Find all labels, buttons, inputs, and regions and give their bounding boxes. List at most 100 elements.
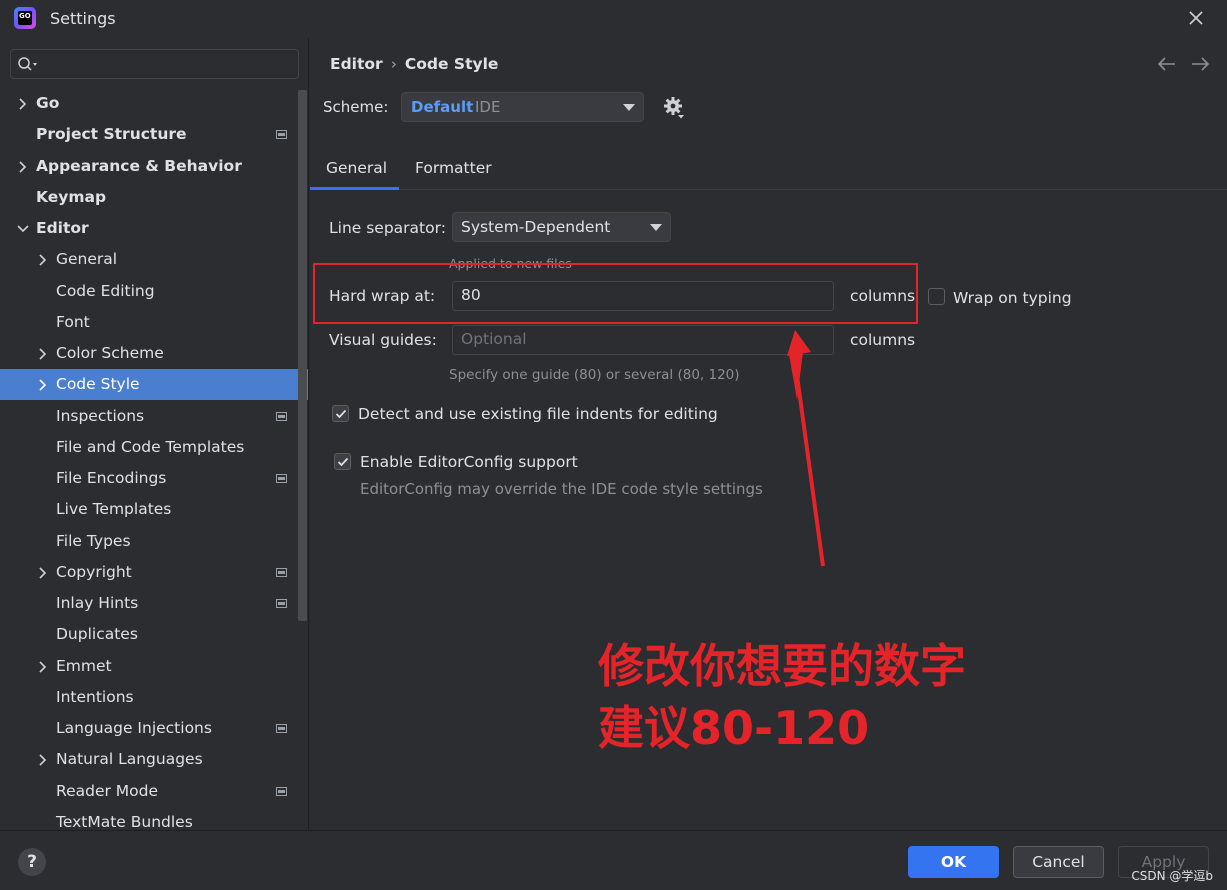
- sidebar-item-label: Code Style: [56, 375, 140, 394]
- sidebar-item-label: Appearance & Behavior: [36, 156, 242, 175]
- sidebar-item[interactable]: TextMate Bundles: [0, 807, 308, 830]
- chevron-right-icon[interactable]: [38, 348, 48, 360]
- line-separator-value: System-Dependent: [461, 218, 611, 236]
- sidebar-item[interactable]: Keymap: [0, 182, 308, 213]
- nav-arrows: [1157, 54, 1217, 74]
- logo-text: GO: [19, 12, 31, 20]
- sidebar-item[interactable]: Intentions: [0, 682, 308, 713]
- sidebar-item-label: Reader Mode: [56, 781, 159, 800]
- project-settings-icon: [276, 411, 287, 421]
- sidebar-item[interactable]: Appearance & Behavior: [0, 151, 308, 182]
- sidebar-item[interactable]: Go: [0, 88, 308, 119]
- visual-guides-label: Visual guides:: [329, 331, 437, 349]
- breadcrumb-parent[interactable]: Editor: [330, 55, 383, 73]
- chevron-right-icon[interactable]: [38, 254, 48, 266]
- sidebar-item-label: File and Code Templates: [56, 437, 245, 456]
- sidebar-item[interactable]: Natural Languages: [0, 744, 308, 775]
- sidebar-item-label: Font: [56, 312, 90, 331]
- sidebar-item[interactable]: Code Style: [0, 369, 308, 401]
- scheme-sub: IDE: [475, 98, 501, 116]
- visual-guides-unit: columns: [850, 331, 916, 349]
- check-icon: [335, 409, 347, 419]
- visual-guides-hint: Specify one guide (80) or several (80, 1…: [449, 367, 740, 383]
- tab-formatter[interactable]: Formatter: [415, 159, 492, 177]
- sidebar-item[interactable]: Editor: [0, 213, 308, 244]
- sidebar-item-label: TextMate Bundles: [56, 812, 193, 830]
- sidebar-item[interactable]: Language Injections: [0, 713, 308, 744]
- line-separator-dropdown[interactable]: System-Dependent: [452, 212, 671, 242]
- chevron-down-icon: [623, 104, 635, 111]
- sidebar-item-label: Live Templates: [56, 500, 172, 519]
- sidebar-item-label: Inlay Hints: [56, 594, 139, 612]
- chevron-down-icon[interactable]: [17, 224, 29, 234]
- sidebar-item[interactable]: Live Templates: [0, 494, 308, 525]
- window-title: Settings: [50, 9, 116, 28]
- sidebar-item[interactable]: Color Scheme: [0, 338, 308, 369]
- editorconfig-label[interactable]: Enable EditorConfig support: [360, 453, 578, 471]
- editorconfig-checkbox[interactable]: [334, 453, 351, 470]
- sidebar-item[interactable]: Inlay Hints: [0, 588, 308, 619]
- settings-content: Editor › Code Style Scheme: Default IDE: [310, 38, 1227, 830]
- sidebar-item-label: Go: [36, 94, 60, 112]
- sidebar-item-label: Keymap: [36, 187, 107, 206]
- search-box[interactable]: [10, 49, 299, 79]
- chevron-right-icon[interactable]: [18, 160, 28, 173]
- check-icon: [337, 457, 349, 467]
- sidebar-scrollbar[interactable]: [298, 90, 307, 621]
- sidebar-item[interactable]: Code Editing: [0, 276, 308, 307]
- annotation-text-line1: 修改你想要的数字: [598, 639, 966, 693]
- back-arrow-icon[interactable]: [1157, 57, 1175, 71]
- project-settings-icon: [276, 786, 287, 796]
- sidebar-item[interactable]: File Types: [0, 526, 308, 557]
- search-icon: [18, 57, 37, 71]
- sidebar-item[interactable]: File and Code Templates: [0, 432, 308, 463]
- sidebar-item-label: Natural Languages: [56, 750, 203, 769]
- tab-bar: General Formatter: [310, 150, 1227, 190]
- breadcrumb: Editor › Code Style: [330, 55, 498, 73]
- gear-icon[interactable]: [662, 96, 686, 120]
- close-icon[interactable]: [1185, 7, 1207, 29]
- chevron-right-icon[interactable]: [38, 754, 48, 766]
- annotation-text-line2: 建议80-120: [598, 701, 870, 755]
- scheme-name: Default: [411, 98, 474, 116]
- goland-logo-icon: GO: [14, 7, 36, 29]
- sidebar-item-label: Language Injections: [56, 719, 212, 737]
- tab-general[interactable]: General: [326, 159, 387, 177]
- sidebar-item-label: Copyright: [56, 562, 132, 581]
- sidebar-item-label: Emmet: [56, 656, 112, 675]
- sidebar-item[interactable]: General: [0, 244, 308, 275]
- sidebar-item-label: File Encodings: [56, 469, 167, 487]
- detect-indents-label[interactable]: Detect and use existing file indents for…: [358, 405, 718, 423]
- settings-sidebar: Go Project Structure Appearance & Behavior…: [0, 38, 309, 830]
- scheme-dropdown[interactable]: Default IDE: [401, 92, 644, 122]
- forward-arrow-icon[interactable]: [1192, 57, 1210, 71]
- cancel-button[interactable]: Cancel: [1013, 846, 1104, 878]
- chevron-right-icon[interactable]: [18, 98, 28, 110]
- ok-button[interactable]: OK: [908, 846, 999, 878]
- sidebar-item[interactable]: Emmet: [0, 651, 308, 682]
- sidebar-item[interactable]: Copyright: [0, 557, 308, 588]
- project-settings-icon: [276, 567, 287, 577]
- sidebar-item[interactable]: Project Structure: [0, 119, 308, 150]
- sidebar-item[interactable]: Duplicates: [0, 619, 308, 650]
- chevron-right-icon[interactable]: [38, 379, 48, 391]
- project-settings-icon: [276, 130, 287, 140]
- sidebar-item-label: Color Scheme: [56, 344, 164, 362]
- search-input[interactable]: [41, 54, 291, 74]
- project-settings-icon: [276, 599, 287, 608]
- wrap-on-typing-checkbox[interactable]: [928, 288, 945, 305]
- chevron-right-icon[interactable]: [38, 660, 48, 673]
- sidebar-item[interactable]: Reader Mode: [0, 776, 308, 807]
- annotation-highlight-box: [313, 263, 918, 324]
- watermark: CSDN @学逗b: [1131, 869, 1213, 883]
- sidebar-item-label: Intentions: [56, 687, 134, 706]
- sidebar-item[interactable]: Font: [0, 307, 308, 338]
- sidebar-item-label: File Types: [56, 531, 131, 550]
- wrap-on-typing-label[interactable]: Wrap on typing: [953, 289, 1072, 307]
- sidebar-item[interactable]: Inspections: [0, 401, 308, 432]
- dialog-footer: ? OK Cancel Apply CSDN @学逗b: [0, 830, 1227, 890]
- sidebar-item[interactable]: File Encodings: [0, 463, 308, 494]
- chevron-right-icon[interactable]: [38, 567, 48, 579]
- help-button[interactable]: ?: [18, 848, 46, 876]
- detect-indents-checkbox[interactable]: [332, 405, 349, 422]
